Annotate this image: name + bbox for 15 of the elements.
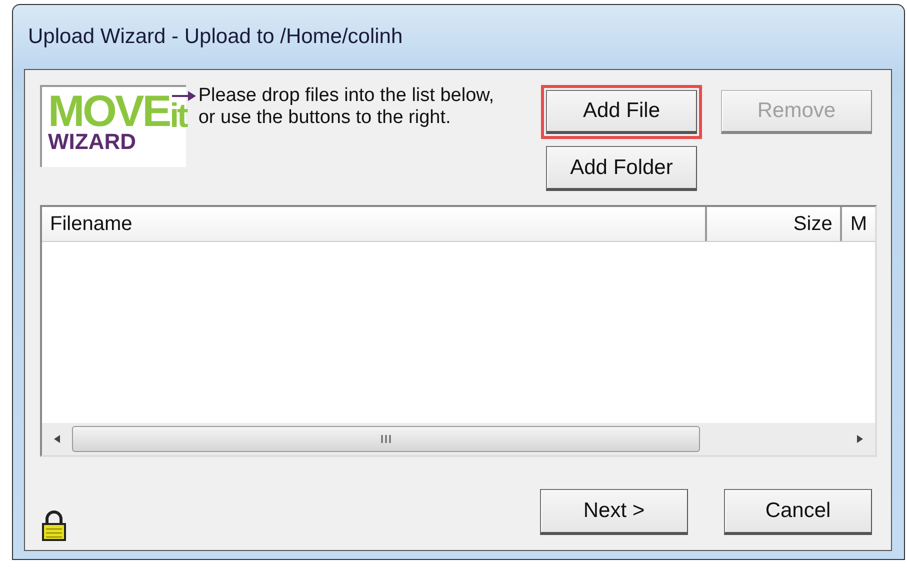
file-list[interactable]: Filename Size M [40,205,877,457]
column-header[interactable]: Size [706,207,842,241]
add-file-button[interactable]: Add File [546,90,697,134]
instructions-text: Please drop files into the list below, or use the buttons to the right. [198,85,496,129]
grip-icon [380,434,392,444]
cancel-button[interactable]: Cancel [724,489,872,535]
column-header[interactable]: Filename [42,207,707,241]
arrow-icon [172,91,198,101]
lock-icon [41,510,67,542]
window-title: Upload Wizard - Upload to /Home/colinh [28,25,403,49]
column-header[interactable]: M [842,207,875,241]
scrollbar-thumb[interactable] [72,426,700,452]
horizontal-scrollbar[interactable] [42,423,875,455]
add-folder-button[interactable]: Add Folder [546,146,697,191]
next-button[interactable]: Next > [540,489,688,535]
